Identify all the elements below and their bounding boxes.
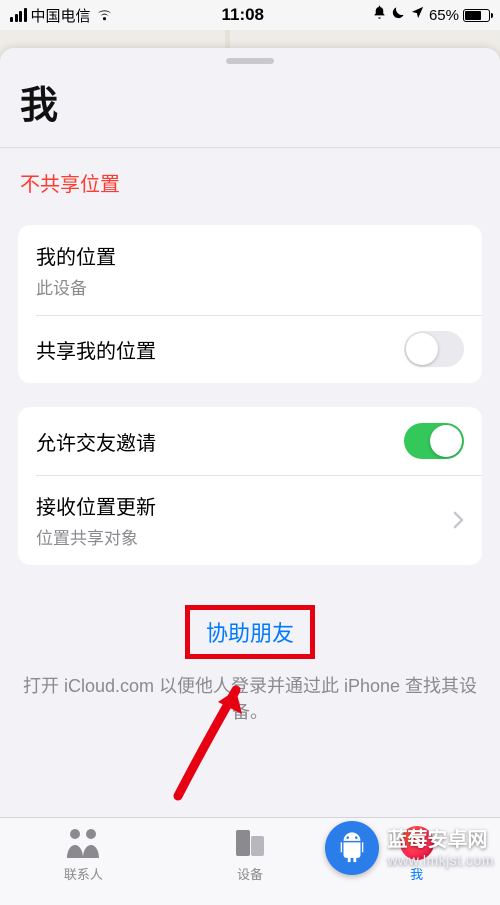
battery-percent: 65% bbox=[429, 7, 459, 24]
row-subtitle: 位置共享对象 bbox=[36, 524, 452, 549]
android-icon bbox=[325, 821, 379, 875]
help-friend-section: 协助朋友 打开 iCloud.com 以便他人登录并通过此 iPhone 查找其… bbox=[0, 605, 500, 725]
people-icon bbox=[61, 826, 105, 860]
my-location-row[interactable]: 我的位置 此设备 bbox=[18, 225, 482, 315]
row-title: 共享我的位置 bbox=[36, 335, 404, 364]
allow-friend-requests-toggle[interactable] bbox=[404, 423, 464, 459]
help-friend-link[interactable]: 协助朋友 bbox=[190, 610, 310, 654]
status-bar: 中国电信 11:08 65% bbox=[0, 0, 500, 30]
row-title: 接收位置更新 bbox=[36, 491, 452, 520]
tab-label: 联系人 bbox=[64, 864, 103, 883]
row-title: 我的位置 bbox=[36, 241, 464, 270]
me-sheet: 我 不共享位置 我的位置 此设备 共享我的位置 允许交友邀请 bbox=[0, 48, 500, 905]
receive-location-updates-row[interactable]: 接收位置更新 位置共享对象 bbox=[18, 475, 482, 565]
battery-icon bbox=[463, 9, 490, 22]
do-not-disturb-icon bbox=[391, 5, 406, 25]
sheet-grabber[interactable] bbox=[226, 58, 274, 64]
watermark: 蓝莓安卓网 www.lmkjst.com bbox=[325, 821, 494, 875]
alarm-icon bbox=[372, 5, 387, 25]
page-title: 我 bbox=[0, 70, 500, 147]
watermark-title: 蓝莓安卓网 bbox=[387, 828, 494, 852]
tab-devices[interactable]: 设备 bbox=[167, 826, 334, 883]
share-my-location-row: 共享我的位置 bbox=[18, 315, 482, 383]
friends-group: 允许交友邀请 接收位置更新 位置共享对象 bbox=[18, 407, 482, 565]
allow-friend-requests-row: 允许交友邀请 bbox=[18, 407, 482, 475]
location-icon bbox=[410, 5, 425, 25]
annotation-highlight: 协助朋友 bbox=[185, 605, 315, 659]
tab-label: 设备 bbox=[237, 864, 263, 883]
carrier-label: 中国电信 bbox=[31, 5, 91, 26]
chevron-right-icon bbox=[452, 511, 464, 529]
clock: 11:08 bbox=[221, 5, 264, 25]
watermark-url: www.lmkjst.com bbox=[387, 852, 494, 869]
tab-people[interactable]: 联系人 bbox=[0, 826, 167, 883]
share-my-location-toggle[interactable] bbox=[404, 331, 464, 367]
help-friend-description: 打开 iCloud.com 以便他人登录并通过此 iPhone 查找其设备。 bbox=[20, 673, 480, 725]
wifi-icon bbox=[95, 8, 114, 22]
cellular-signal-icon bbox=[10, 8, 27, 22]
row-title: 允许交友邀请 bbox=[36, 427, 404, 456]
devices-icon bbox=[233, 826, 267, 860]
location-group: 我的位置 此设备 共享我的位置 bbox=[18, 225, 482, 383]
not-sharing-location-link[interactable]: 不共享位置 bbox=[0, 148, 500, 225]
row-subtitle: 此设备 bbox=[36, 274, 464, 299]
